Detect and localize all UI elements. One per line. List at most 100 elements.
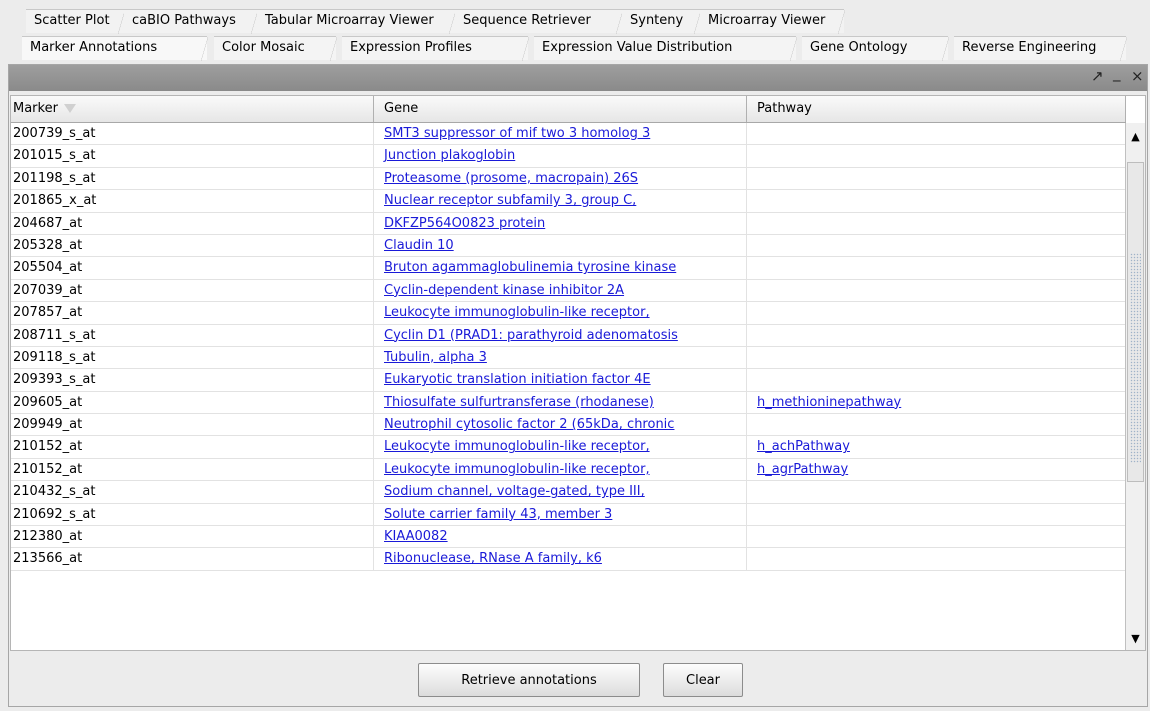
table-row[interactable]: 200739_s_at SMT3 suppressor of mif two 3 …: [11, 123, 1126, 146]
marker-cell: 210692_s_at: [11, 503, 374, 526]
scroll-up-icon[interactable]: ▲: [1126, 126, 1145, 146]
gene-cell: Proteasome (prosome, macropain) 26S: [374, 167, 747, 190]
pathway-cell: [747, 234, 1126, 257]
gene-cell: Claudin 10: [374, 234, 747, 257]
table-row[interactable]: 208711_s_at Cyclin D1 (PRAD1: parathyroid…: [11, 324, 1126, 347]
marker-cell: 210152_at: [11, 458, 374, 481]
gene-link[interactable]: Thiosulfate sulfurtransferase (rhodanese…: [384, 395, 654, 410]
table-row[interactable]: 210692_s_at Solute carrier family 43, mem…: [11, 503, 1126, 527]
marker-cell: 207857_at: [11, 302, 374, 325]
table-row[interactable]: 205504_at Bruton agammaglobulinemia tyros…: [11, 257, 1126, 280]
tab-reverse-engineering[interactable]: Reverse Engineering: [954, 36, 1127, 61]
gene-link[interactable]: Junction plakoglobin: [384, 148, 515, 163]
table-row[interactable]: 207039_at Cyclin-dependent kinase inhibit…: [11, 279, 1126, 303]
gene-link[interactable]: Leukocyte immunoglobulin-like receptor,: [384, 305, 650, 320]
scroll-down-icon[interactable]: ▼: [1126, 628, 1145, 648]
gene-link[interactable]: Leukocyte immunoglobulin-like receptor,: [384, 462, 650, 477]
table-row[interactable]: 212380_at KIAA0082: [11, 526, 1126, 549]
marker-cell: 209393_s_at: [11, 369, 374, 392]
table-row[interactable]: 209393_s_at Eukaryotic translation initia…: [11, 369, 1126, 392]
marker-cell: 209118_s_at: [11, 346, 374, 369]
tab-sequence-retriever[interactable]: Sequence Retriever: [455, 9, 623, 34]
gene-link[interactable]: Eukaryotic translation initiation factor…: [384, 372, 651, 387]
gene-link[interactable]: Cyclin-dependent kinase inhibitor 2A: [384, 283, 624, 298]
table-row[interactable]: 210152_at Leukocyte immunoglobulin-like r…: [11, 436, 1126, 459]
table-row[interactable]: 201015_s_at Junction plakoglobin: [11, 145, 1126, 168]
pathway-link[interactable]: h_achPathway: [757, 439, 850, 454]
gene-cell: Junction plakoglobin: [374, 145, 747, 168]
column-header-gene[interactable]: Gene: [374, 96, 747, 122]
vertical-scrollbar[interactable]: ▲ ▼: [1125, 123, 1145, 650]
table-row[interactable]: 209605_at Thiosulfate sulfurtransferase (…: [11, 391, 1126, 415]
gene-link[interactable]: Proteasome (prosome, macropain) 26S: [384, 171, 638, 186]
retrieve-annotations-button[interactable]: Retrieve annotations: [418, 663, 640, 697]
gene-link[interactable]: Sodium channel, voltage-gated, type III,: [384, 484, 645, 499]
table-row[interactable]: 201865_x_at Nuclear receptor subfamily 3,…: [11, 190, 1126, 213]
pathway-cell: [747, 324, 1126, 347]
marker-cell: 212380_at: [11, 526, 374, 549]
table-row[interactable]: 213566_at Ribonuclease, RNase A family, k…: [11, 548, 1126, 571]
tab-color-mosaic[interactable]: Color Mosaic: [214, 36, 337, 61]
table-row[interactable]: 210432_s_at Sodium channel, voltage-gated…: [11, 481, 1126, 504]
gene-cell: Cyclin D1 (PRAD1: parathyroid adenomatos…: [374, 324, 747, 347]
table-row[interactable]: 210152_at Leukocyte immunoglobulin-like r…: [11, 458, 1126, 482]
tab-expression-value-distribution[interactable]: Expression Value Distribution: [534, 36, 797, 61]
gene-link[interactable]: SMT3 suppressor of mif two 3 homolog 3: [384, 126, 650, 141]
pathway-cell: [747, 346, 1126, 369]
table-body: 200739_s_at SMT3 suppressor of mif two 3 …: [11, 123, 1126, 571]
table-row[interactable]: 209118_s_at Tubulin, alpha 3: [11, 346, 1126, 370]
column-header-label: Marker: [13, 101, 58, 116]
table-row[interactable]: 204687_at DKFZP564O0823 protein: [11, 212, 1126, 235]
marker-cell: 201198_s_at: [11, 167, 374, 190]
table-row[interactable]: 205328_at Claudin 10: [11, 234, 1126, 258]
tab-tabular-microarray-viewer[interactable]: Tabular Microarray Viewer: [257, 9, 456, 34]
marker-cell: 209949_at: [11, 414, 374, 437]
column-header-pathway[interactable]: Pathway: [747, 96, 1126, 122]
undock-icon[interactable]: ↗: [1091, 67, 1104, 85]
marker-cell: 201015_s_at: [11, 145, 374, 168]
marker-cell: 205504_at: [11, 257, 374, 280]
minimize-icon[interactable]: _: [1113, 64, 1121, 82]
gene-link[interactable]: Tubulin, alpha 3: [384, 350, 487, 365]
pathway-link[interactable]: h_methioninepathway: [757, 395, 901, 410]
gene-cell: Tubulin, alpha 3: [374, 346, 747, 369]
pathway-link[interactable]: h_agrPathway: [757, 462, 848, 477]
marker-cell: 204687_at: [11, 212, 374, 235]
gene-link[interactable]: Neutrophil cytosolic factor 2 (65kDa, ch…: [384, 417, 674, 432]
tab-expression-profiles[interactable]: Expression Profiles: [342, 36, 529, 61]
table-row[interactable]: 201198_s_at Proteasome (prosome, macropai…: [11, 167, 1126, 191]
gene-link[interactable]: Bruton agammaglobulinemia tyrosine kinas…: [384, 260, 676, 275]
pathway-cell: [747, 369, 1126, 392]
marker-cell: 210432_s_at: [11, 481, 374, 504]
tab-microarray-viewer[interactable]: Microarray Viewer: [700, 9, 845, 34]
pathway-cell: h_agrPathway: [747, 458, 1126, 481]
marker-cell: 213566_at: [11, 548, 374, 571]
gene-link[interactable]: Solute carrier family 43, member 3: [384, 507, 612, 522]
pathway-cell: [747, 414, 1126, 437]
gene-link[interactable]: Ribonuclease, RNase A family, k6: [384, 551, 602, 566]
gene-link[interactable]: DKFZP564O0823 protein: [384, 216, 545, 231]
gene-link[interactable]: KIAA0082: [384, 529, 448, 544]
marker-cell: 209605_at: [11, 391, 374, 414]
table-row[interactable]: 207857_at Leukocyte immunoglobulin-like r…: [11, 302, 1126, 325]
gene-link[interactable]: Leukocyte immunoglobulin-like receptor,: [384, 439, 650, 454]
gene-cell: Solute carrier family 43, member 3: [374, 503, 747, 526]
column-header-marker[interactable]: Marker: [11, 96, 374, 122]
pathway-cell: [747, 481, 1126, 504]
marker-cell: 201865_x_at: [11, 190, 374, 213]
gene-link[interactable]: Cyclin D1 (PRAD1: parathyroid adenomatos…: [384, 328, 678, 343]
pathway-cell: [747, 212, 1126, 235]
tab-cabio-pathways[interactable]: caBIO Pathways: [124, 9, 258, 34]
close-icon[interactable]: ×: [1131, 67, 1144, 85]
gene-link[interactable]: Nuclear receptor subfamily 3, group C,: [384, 193, 636, 208]
tab-scatter-plot[interactable]: Scatter Plot: [26, 9, 125, 34]
gene-cell: Thiosulfate sulfurtransferase (rhodanese…: [374, 391, 747, 414]
tab-marker-annotations[interactable]: Marker Annotations: [22, 36, 208, 61]
gene-link[interactable]: Claudin 10: [384, 238, 454, 253]
tab-gene-ontology[interactable]: Gene Ontology: [802, 36, 949, 61]
tab-synteny[interactable]: Synteny: [622, 9, 701, 34]
clear-button[interactable]: Clear: [663, 663, 743, 697]
pathway-cell: [747, 257, 1126, 280]
scrollbar-thumb[interactable]: [1127, 162, 1144, 482]
table-row[interactable]: 209949_at Neutrophil cytosolic factor 2 (…: [11, 414, 1126, 437]
